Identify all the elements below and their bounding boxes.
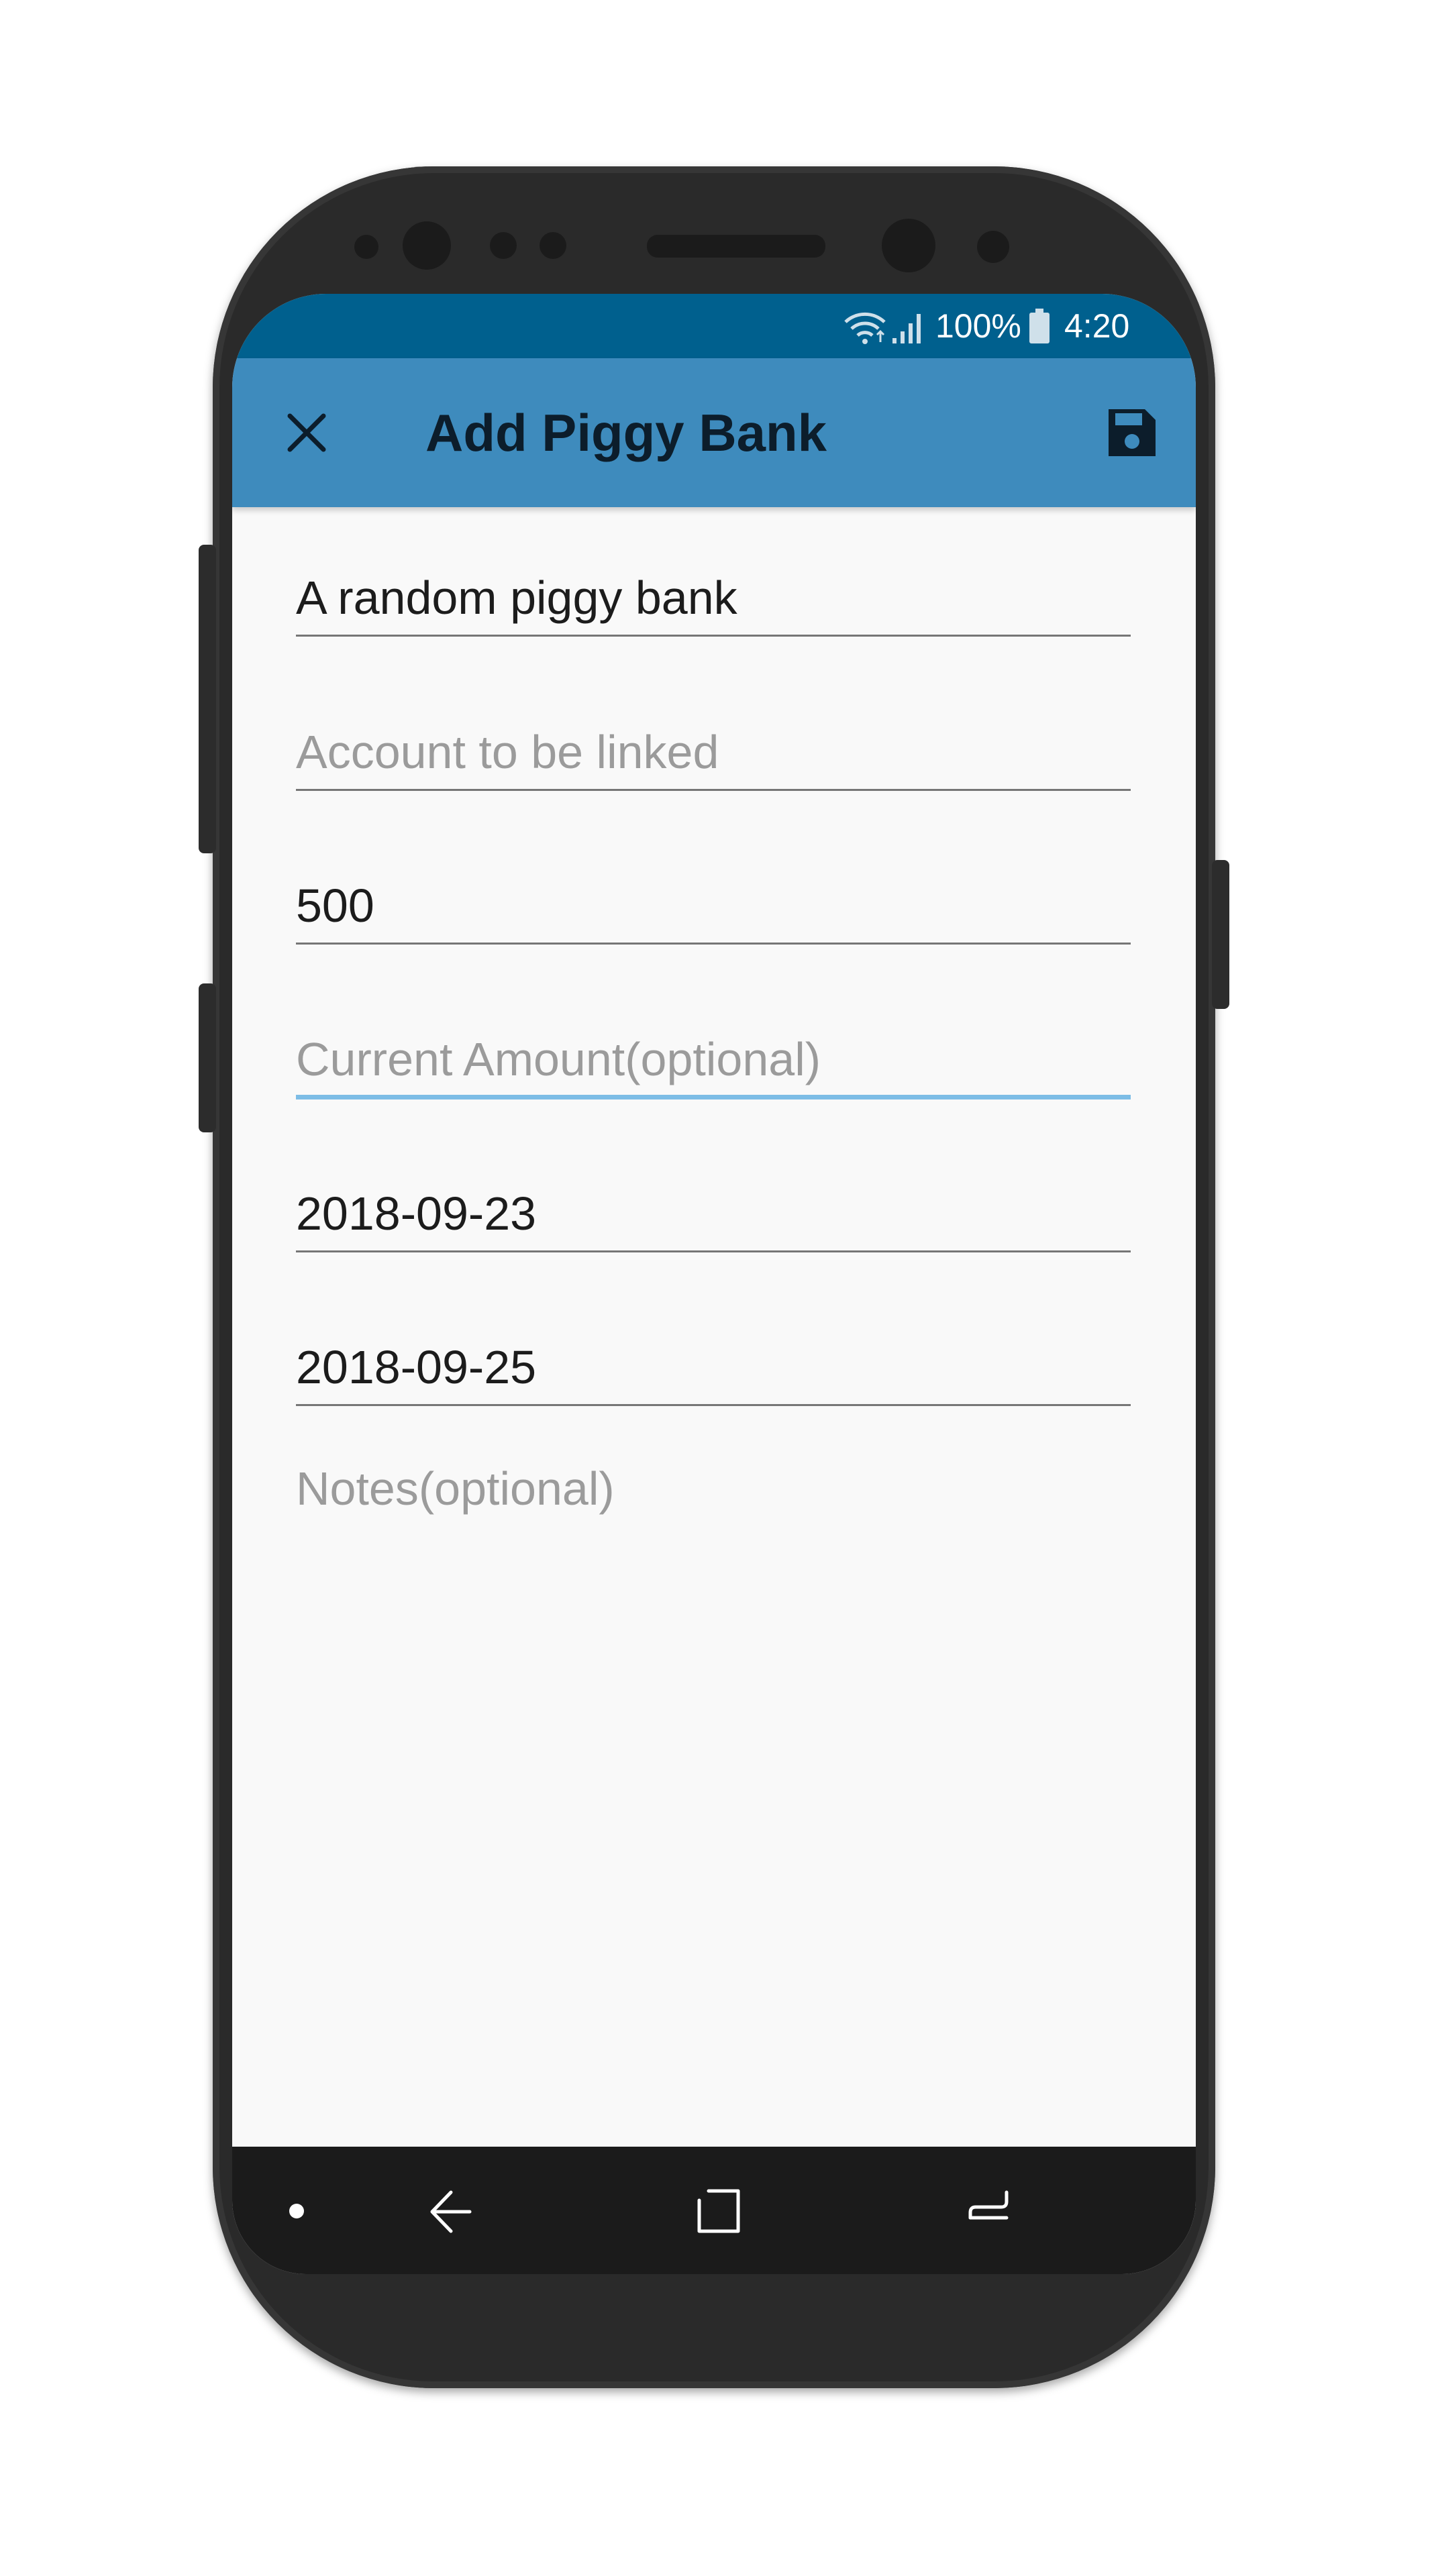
start-date-underline <box>296 1250 1131 1252</box>
target-date-input[interactable]: 2018-09-25 <box>296 1337 536 1397</box>
ir-sensor <box>540 232 566 259</box>
start-date-field[interactable]: 2018-09-23 <box>296 1177 1131 1257</box>
current-amount-input[interactable]: Current Amount(optional) <box>296 1029 821 1089</box>
notes-input[interactable]: Notes(optional) <box>296 1458 615 1519</box>
target-amount-input[interactable]: 500 <box>296 875 374 936</box>
account-underline <box>296 789 1131 791</box>
notes-field[interactable]: Notes(optional) <box>296 1452 1131 1921</box>
account-field[interactable]: Account to be linked <box>296 715 1131 796</box>
front-camera <box>882 219 935 272</box>
name-field[interactable]: A random piggy bank <box>296 561 1131 641</box>
target-date-underline <box>296 1404 1131 1406</box>
signal-icon <box>891 307 927 348</box>
iris-camera <box>403 221 451 270</box>
status-time: 4:20 <box>1064 307 1130 345</box>
current-amount-underline <box>296 1095 1131 1099</box>
start-date-input[interactable]: 2018-09-23 <box>296 1183 536 1244</box>
name-underline <box>296 635 1131 637</box>
wifi-icon <box>841 307 888 348</box>
screen: 100% 4:20 Add Piggy Bank A random piggy … <box>232 294 1196 2274</box>
page-title: Add Piggy Bank <box>425 403 827 462</box>
navigation-bar <box>232 2147 1196 2274</box>
bixby-button <box>199 983 216 1132</box>
close-icon[interactable] <box>285 411 329 458</box>
target-amount-underline <box>296 943 1131 945</box>
light-sensor <box>490 232 517 259</box>
app-bar: Add Piggy Bank <box>232 358 1196 507</box>
target-date-field[interactable]: 2018-09-25 <box>296 1330 1131 1411</box>
back-icon[interactable] <box>427 2188 474 2239</box>
iris-led <box>977 231 1009 263</box>
switch-icon[interactable] <box>965 2188 1012 2239</box>
current-amount-field[interactable]: Current Amount(optional) <box>296 1022 1131 1103</box>
power-button <box>1212 860 1229 1009</box>
battery-percent: 100% <box>935 307 1021 345</box>
name-input[interactable]: A random piggy bank <box>296 568 737 628</box>
dot-icon[interactable] <box>289 2203 305 2222</box>
battery-icon <box>1028 309 1051 348</box>
recents-icon[interactable] <box>695 2188 742 2239</box>
status-bar: 100% 4:20 <box>232 294 1196 358</box>
proximity-sensor <box>354 235 378 259</box>
target-amount-field[interactable]: 500 <box>296 869 1131 949</box>
volume-button <box>199 545 216 853</box>
account-input[interactable]: Account to be linked <box>296 722 719 782</box>
save-icon[interactable] <box>1106 407 1158 462</box>
earpiece-speaker <box>647 235 825 258</box>
